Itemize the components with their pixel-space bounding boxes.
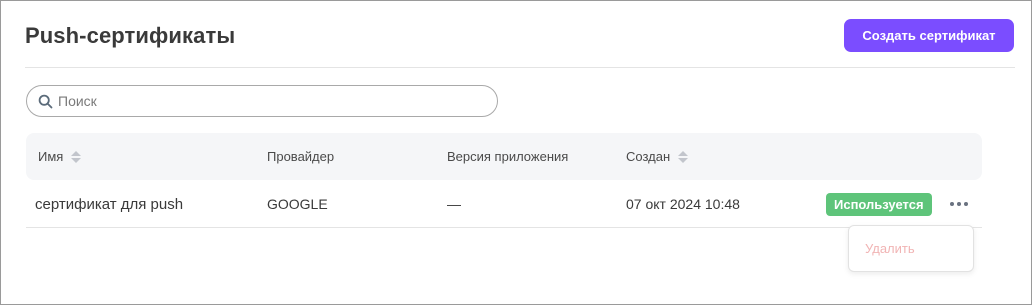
cell-provider: GOOGLE	[267, 196, 328, 212]
page-frame: Push-сертификаты Создать сертификат Имя …	[0, 0, 1032, 305]
create-certificate-button[interactable]: Создать сертификат	[844, 19, 1014, 52]
column-header-name[interactable]: Имя	[38, 133, 82, 180]
column-header-created-label: Создан	[626, 149, 671, 164]
header-divider	[25, 67, 1015, 68]
page-title: Push-сертификаты	[25, 23, 236, 48]
menu-item-delete[interactable]: Удалить	[865, 241, 915, 256]
sort-icon[interactable]	[71, 150, 82, 163]
table-row[interactable]: сертификат для push GOOGLE — 07 окт 2024…	[26, 180, 982, 228]
column-header-provider: Провайдер	[267, 133, 334, 180]
column-header-created[interactable]: Создан	[626, 133, 689, 180]
search-input[interactable]	[58, 93, 478, 109]
column-header-provider-label: Провайдер	[267, 149, 335, 164]
cell-name: сертификат для push	[35, 195, 184, 213]
table-header: Имя Провайдер Версия приложения Создан	[26, 133, 982, 180]
column-header-app-version: Версия приложения	[447, 133, 568, 180]
cell-created: 07 окт 2024 10:48	[626, 196, 740, 212]
column-header-name-label: Имя	[38, 149, 64, 164]
column-header-app-version-label: Версия приложения	[447, 149, 569, 164]
more-actions-button[interactable]	[948, 194, 970, 214]
sort-icon[interactable]	[678, 150, 689, 163]
status-badge: Используется	[826, 193, 932, 216]
more-horizontal-icon	[950, 202, 954, 206]
more-horizontal-icon-dot	[964, 202, 968, 206]
more-horizontal-icon-dot	[957, 202, 961, 206]
search-icon	[37, 93, 54, 110]
search-field[interactable]	[26, 85, 498, 117]
row-actions-menu: Удалить	[848, 225, 974, 272]
cell-app-version: —	[447, 196, 461, 212]
